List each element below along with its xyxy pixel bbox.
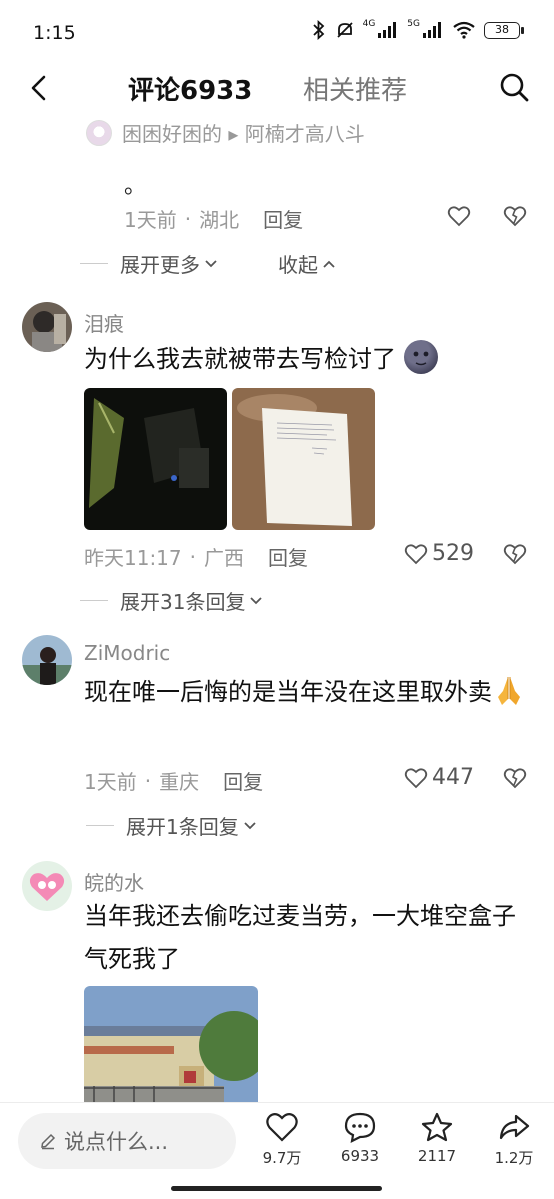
comment-text: 现在唯一后悔的是当年没在这里取外卖 — [84, 671, 534, 714]
expand-replies-label[interactable]: 展开1条回复 — [126, 811, 239, 840]
reply-button[interactable]: 回复 — [263, 204, 303, 233]
comment-text-content: 为什么我去就被带去写检讨了 — [84, 345, 396, 373]
home-indicator[interactable] — [171, 1186, 382, 1191]
folded-hands-emoji — [492, 673, 526, 707]
battery-indicator: 38 — [484, 21, 524, 39]
status-bar: 1:15 4G 5G 38 — [0, 0, 554, 62]
comment-time: 昨天11:17 — [84, 546, 182, 570]
comment-location: 重庆 — [159, 770, 200, 794]
comment-image[interactable] — [84, 388, 227, 530]
comment-text: 当年我还去偷吃过麦当劳，一大堆空盒子气死我了 — [84, 902, 516, 973]
pencil-icon — [41, 1133, 56, 1150]
collapse-label[interactable]: 收起 — [278, 249, 318, 278]
chevron-up-icon — [323, 260, 335, 268]
comment-text-content: 现在唯一后悔的是当年没在这里取外卖 — [84, 678, 492, 706]
dislike-icon[interactable] — [503, 204, 527, 228]
comment-input[interactable]: 说点什么... — [18, 1113, 236, 1169]
reply-meta: 1天前 · 湖北 回复 — [124, 204, 303, 233]
share-total: 1.2万 — [494, 1149, 534, 1167]
meta-separator: · — [144, 768, 152, 793]
dislike-icon[interactable] — [503, 542, 527, 566]
heart-icon — [266, 1113, 298, 1142]
dislike-icon[interactable] — [503, 766, 527, 790]
reply-header: 困困好困的 ▸ 阿楠才高八斗 — [86, 118, 365, 147]
meta-separator: · — [184, 206, 192, 231]
reply-avatar[interactable] — [86, 119, 112, 146]
favorite-total: 2117 — [417, 1147, 457, 1165]
heart-icon — [404, 767, 428, 788]
tab-comments[interactable]: 评论6933 — [128, 70, 252, 107]
comment-author[interactable]: ZiModric — [84, 641, 170, 665]
comment-meta: 昨天11:17 · 广西 回复 — [84, 542, 308, 571]
bottom-action-bar: 说点什么... 9.7万 6933 2117 1.2万 — [0, 1102, 554, 1199]
expand-replies-row[interactable]: 展开31条回复 — [80, 586, 264, 615]
signal-icon — [378, 22, 397, 38]
bluetooth-icon — [312, 20, 324, 40]
top-nav: 评论6933 相关推荐 — [0, 62, 554, 116]
reply-users[interactable]: 困困好困的 ▸ 阿楠才高八斗 — [122, 118, 365, 147]
signal-label-1: 4G — [362, 19, 376, 29]
moon-face-emoji — [403, 340, 438, 374]
reply-time: 1天前 — [124, 208, 177, 232]
comment-avatar[interactable] — [22, 861, 72, 911]
reply-button[interactable]: 回复 — [223, 766, 263, 795]
comment-location: 广西 — [204, 546, 244, 570]
comment-total: 6933 — [340, 1147, 380, 1165]
divider — [80, 263, 108, 264]
chevron-down-icon — [205, 259, 217, 267]
divider — [80, 600, 108, 601]
comment-image[interactable] — [84, 986, 258, 1102]
comment-action[interactable]: 6933 — [330, 1111, 390, 1165]
share-action[interactable]: 1.2万 — [484, 1111, 544, 1168]
reply-text: 。 — [124, 174, 147, 199]
comment-author[interactable]: 泪痕 — [84, 308, 124, 337]
signal-icon-2 — [423, 22, 441, 38]
heart-icon — [404, 543, 428, 564]
collapse-row[interactable]: 收起 — [278, 249, 337, 278]
comment-bubble-icon — [344, 1112, 376, 1143]
like-button[interactable]: 529 — [404, 541, 474, 566]
comment-feed[interactable]: 困困好困的 ▸ 阿楠才高八斗 。 1天前 · 湖北 回复 展开更多 收起 泪痕 … — [0, 116, 554, 1102]
like-button[interactable]: 447 — [404, 765, 474, 790]
wifi-icon — [453, 21, 475, 39]
favorite-action[interactable]: 2117 — [407, 1111, 467, 1165]
comment-avatar[interactable] — [22, 302, 72, 352]
comment-avatar[interactable] — [22, 635, 72, 685]
search-icon[interactable] — [498, 71, 530, 103]
chevron-down-icon — [250, 596, 263, 604]
comment-image[interactable] — [232, 388, 375, 530]
status-icons: 4G 5G 38 — [311, 19, 524, 40]
reply-button[interactable]: 回复 — [268, 542, 308, 571]
chevron-down-icon — [244, 821, 256, 829]
mute-icon — [336, 22, 353, 38]
expand-more-row[interactable]: 展开更多 — [80, 249, 219, 278]
like-count: 529 — [432, 541, 474, 566]
comment-text: 为什么我去就被带去写检讨了 — [84, 338, 534, 381]
back-arrow-icon[interactable] — [24, 73, 54, 103]
comment-input-placeholder: 说点什么... — [64, 1130, 169, 1154]
like-count: 447 — [432, 765, 474, 790]
expand-replies-row[interactable]: 展开1条回复 — [86, 811, 258, 840]
expand-replies-label[interactable]: 展开31条回复 — [120, 586, 245, 615]
share-icon — [499, 1114, 530, 1140]
star-icon — [421, 1112, 453, 1142]
signal-label-2: 5G — [407, 19, 420, 29]
like-total: 9.7万 — [262, 1149, 302, 1167]
like-icon[interactable] — [447, 204, 471, 228]
meta-separator: · — [189, 544, 196, 569]
comment-meta: 1天前 · 重庆 回复 — [84, 766, 263, 795]
comment-time: 1天前 — [84, 770, 137, 794]
divider — [86, 825, 114, 826]
tab-related[interactable]: 相关推荐 — [303, 70, 407, 107]
expand-more-label[interactable]: 展开更多 — [120, 249, 200, 278]
status-time: 1:15 — [33, 22, 76, 44]
comment-author[interactable]: 皖的水 — [84, 867, 144, 896]
like-action[interactable]: 9.7万 — [252, 1111, 312, 1168]
reply-location: 湖北 — [199, 208, 240, 232]
